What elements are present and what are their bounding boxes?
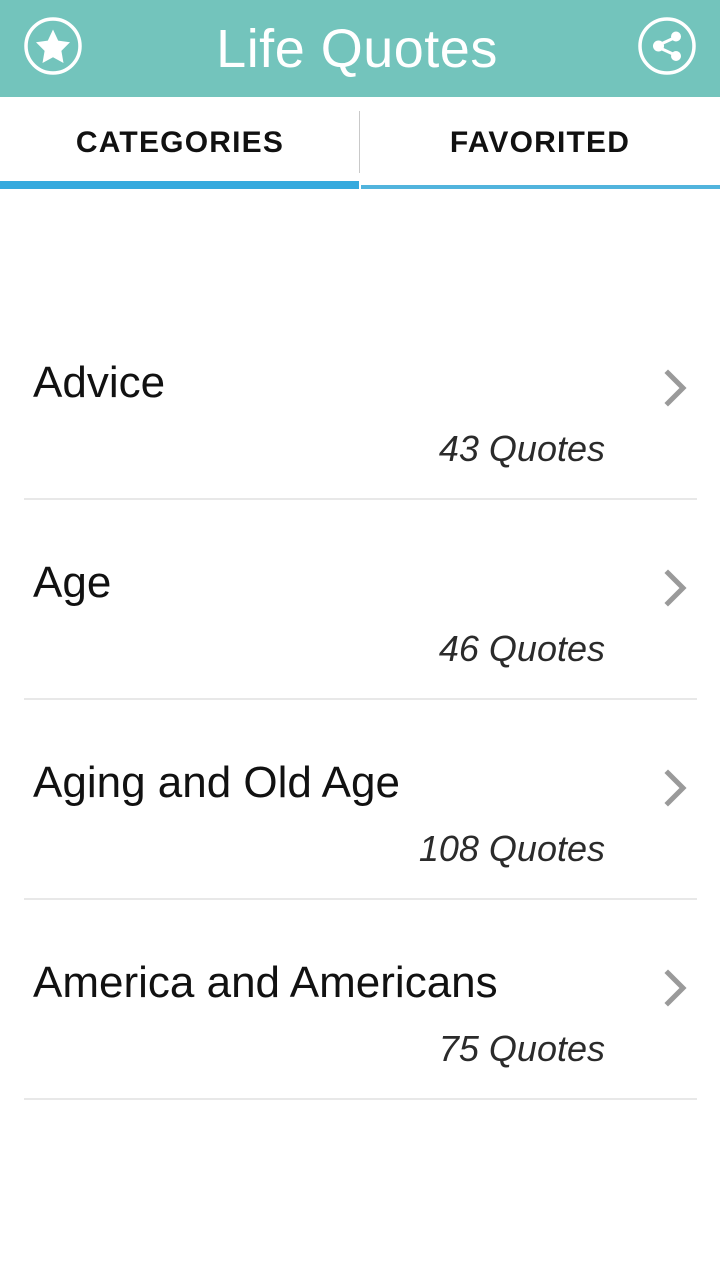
tab-categories-label: CATEGORIES [75,126,285,159]
chevron-right-icon [662,968,690,1008]
category-count: 108 Quotes [418,828,605,869]
share-button[interactable] [632,14,702,84]
row-divider [24,1098,697,1100]
chevron-right-icon [662,768,690,808]
category-list: Advice 43 Quotes Age 46 Quotes Aging and… [0,300,720,1100]
tab-favorited-label: FAVORITED [449,126,631,159]
chevron-right-icon [662,568,690,608]
search-bar [0,189,720,464]
category-count: 46 Quotes [438,628,605,669]
tab-favorited[interactable]: FAVORITED [360,97,720,189]
category-count: 75 Quotes [438,1028,605,1069]
category-name: America and Americans [33,958,498,1007]
list-item[interactable]: Advice 43 Quotes [0,300,720,500]
page-title: Life Quotes [216,18,498,79]
tab-bar: CATEGORIES FAVORITED [0,97,720,190]
tab-categories[interactable]: CATEGORIES [0,97,360,189]
category-name: Age [33,558,112,607]
share-in-circle-icon [636,15,698,82]
list-item[interactable]: America and Americans 75 Quotes [0,900,720,1100]
favorites-button[interactable] [18,14,88,84]
category-count: 43 Quotes [438,428,605,469]
category-name: Aging and Old Age [33,758,400,807]
tab-divider [359,111,360,173]
category-name: Advice [33,358,166,407]
chevron-right-icon [662,368,690,408]
list-item[interactable]: Aging and Old Age 108 Quotes [0,700,720,900]
star-in-circle-icon [22,15,84,82]
app-bar: Life Quotes [0,0,720,97]
list-item[interactable]: Age 46 Quotes [0,500,720,700]
